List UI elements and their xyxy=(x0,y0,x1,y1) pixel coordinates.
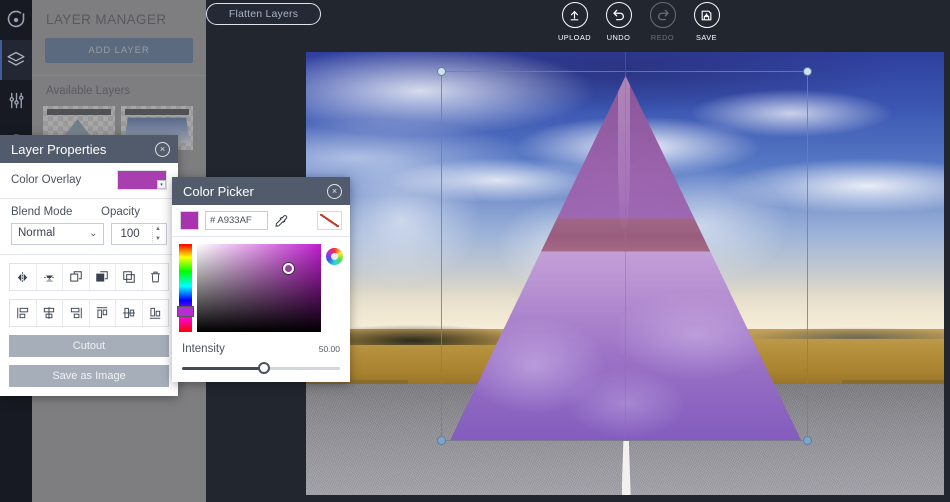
saturation-value-area[interactable] xyxy=(196,244,322,332)
rail-item-adjust[interactable] xyxy=(0,80,32,120)
color-picker-title: Color Picker xyxy=(183,183,254,199)
color-overlay-row: Color Overlay ▾ xyxy=(0,163,178,199)
intensity-slider[interactable] xyxy=(182,362,340,374)
eyedropper-icon[interactable] xyxy=(274,214,289,228)
color-overlay-swatch[interactable]: ▾ xyxy=(117,170,167,190)
selection-handle-bottom-right[interactable] xyxy=(803,435,813,445)
layer-properties-window[interactable]: Layer Properties × Color Overlay ▾ Blend… xyxy=(0,135,178,396)
undo-button[interactable]: UNDO xyxy=(602,2,635,42)
triangle-overlay-layer[interactable] xyxy=(306,52,944,495)
selection-bounding-box[interactable] xyxy=(437,52,813,445)
blend-opacity-section: Blend Mode Opacity Normal ⌄ 100 ▲ ▼ xyxy=(0,199,178,255)
add-layer-button[interactable]: ADD LAYER xyxy=(45,38,193,63)
intensity-slider-track-empty xyxy=(264,367,340,370)
selection-handle-top-right[interactable] xyxy=(803,66,813,76)
top-toolbar: UPLOAD UNDO REDO SAVE xyxy=(558,2,723,42)
hex-input[interactable]: # A933AF xyxy=(205,211,268,230)
saturation-value-cursor[interactable] xyxy=(282,263,294,275)
intensity-section: Intensity 50.00 xyxy=(172,338,350,374)
layer-thumb-titlebar xyxy=(125,109,189,115)
canvas-stage[interactable] xyxy=(306,52,944,495)
save-button[interactable]: SAVE xyxy=(690,2,723,42)
quantity-stepper[interactable]: ▲ ▼ xyxy=(152,226,163,243)
align-toolbar xyxy=(9,299,169,327)
upload-arrow-icon xyxy=(561,2,588,28)
align-top-icon[interactable] xyxy=(90,300,116,326)
align-center-vertical-icon[interactable] xyxy=(116,300,143,326)
color-picker-body xyxy=(172,237,350,338)
blend-mode-label: Blend Mode xyxy=(11,206,73,218)
opacity-input[interactable]: 100 ▲ ▼ xyxy=(110,223,167,245)
flatten-layers-label: Flatten Layers xyxy=(228,8,299,20)
intensity-slider-track-filled xyxy=(182,367,265,370)
blend-mode-select[interactable]: Normal ⌄ xyxy=(11,223,104,245)
chevron-down-icon: ⌄ xyxy=(89,228,98,239)
hue-slider-cursor[interactable] xyxy=(177,305,194,317)
layers-icon xyxy=(6,50,26,70)
selection-center-guide xyxy=(624,71,626,440)
color-picker-window[interactable]: Color Picker × # A933AF Intensity 50.00 xyxy=(172,177,350,382)
layer-properties-title: Layer Properties xyxy=(11,141,107,157)
selection-handle-bottom-left[interactable] xyxy=(437,435,447,445)
cutout-button[interactable]: Cutout xyxy=(9,335,169,357)
layer-thumb-titlebar xyxy=(47,109,111,115)
flatten-layers-button[interactable]: Flatten Layers xyxy=(206,3,321,25)
hue-slider[interactable] xyxy=(177,244,194,332)
save-disk-icon xyxy=(693,2,720,28)
selection-handle-top-left[interactable] xyxy=(437,66,447,76)
color-picker-titlebar[interactable]: Color Picker × xyxy=(172,177,350,205)
layer-manager-title: LAYER MANAGER xyxy=(46,12,167,27)
delete-trash-icon[interactable] xyxy=(143,264,169,290)
redo-arrow-icon xyxy=(649,2,676,28)
flip-vertical-icon[interactable] xyxy=(37,264,63,290)
opacity-value: 100 xyxy=(120,228,140,240)
available-layers-label: Available Layers xyxy=(46,85,131,97)
redo-button[interactable]: REDO xyxy=(646,2,679,42)
intensity-value: 50.00 xyxy=(318,344,340,354)
bring-to-front-icon[interactable] xyxy=(90,264,116,290)
align-right-icon[interactable] xyxy=(63,300,90,326)
rail-item-layers[interactable] xyxy=(0,40,32,80)
rail-item-logo[interactable] xyxy=(0,0,32,40)
color-overlay-label: Color Overlay xyxy=(11,174,82,186)
close-icon[interactable]: × xyxy=(327,183,342,199)
selection-rotate-stem xyxy=(624,52,626,72)
close-icon[interactable]: × xyxy=(155,141,170,157)
color-picker-input-row: # A933AF xyxy=(172,205,350,237)
opacity-label: Opacity xyxy=(101,206,140,218)
current-color-chip[interactable] xyxy=(180,211,199,230)
intensity-label: Intensity xyxy=(182,343,225,355)
bring-forward-icon[interactable] xyxy=(63,264,90,290)
logo-icon xyxy=(6,10,26,30)
undo-label: UNDO xyxy=(606,33,631,42)
save-as-image-label: Save as Image xyxy=(52,370,126,382)
editor-root: Flatten Layers UPLOAD UNDO REDO SAVE LAY… xyxy=(0,0,950,502)
layer-properties-titlebar[interactable]: Layer Properties × xyxy=(0,135,178,163)
upload-button[interactable]: UPLOAD xyxy=(558,2,591,42)
align-bottom-icon[interactable] xyxy=(143,300,169,326)
cutout-label: Cutout xyxy=(72,340,106,352)
chevron-down-icon[interactable]: ▾ xyxy=(157,180,166,189)
add-layer-label: ADD LAYER xyxy=(88,45,150,56)
no-color-icon[interactable] xyxy=(317,211,342,230)
align-left-icon[interactable] xyxy=(10,300,37,326)
save-as-image-button[interactable]: Save as Image xyxy=(9,365,169,387)
flip-horizontal-icon[interactable] xyxy=(10,264,37,290)
duplicate-icon[interactable] xyxy=(116,264,143,290)
intensity-slider-knob[interactable] xyxy=(258,362,271,374)
undo-arrow-icon xyxy=(605,2,632,28)
adjust-sliders-icon xyxy=(7,91,26,110)
align-center-horizontal-icon[interactable] xyxy=(37,300,63,326)
transform-toolbar xyxy=(9,263,169,291)
save-label: SAVE xyxy=(696,33,717,42)
redo-label: REDO xyxy=(650,33,675,42)
upload-label: UPLOAD xyxy=(557,33,592,42)
color-wheel-icon[interactable] xyxy=(326,248,343,265)
